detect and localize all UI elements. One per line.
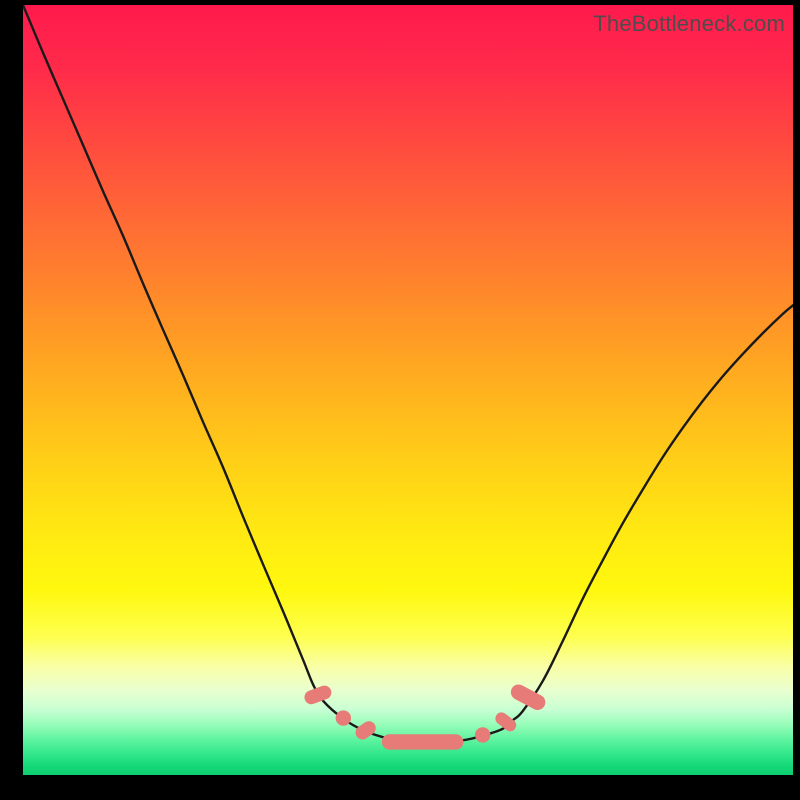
- data-marker: [353, 718, 379, 742]
- plot-area: TheBottleneck.com: [23, 5, 793, 775]
- data-marker: [508, 682, 548, 713]
- chart-frame: TheBottleneck.com: [0, 0, 800, 800]
- curve-right: [423, 305, 793, 742]
- data-marker: [382, 734, 464, 749]
- data-marker: [475, 727, 490, 742]
- data-marker: [336, 710, 351, 725]
- data-marker: [303, 684, 334, 707]
- curve-layer: [23, 5, 793, 775]
- curve-left: [23, 5, 423, 743]
